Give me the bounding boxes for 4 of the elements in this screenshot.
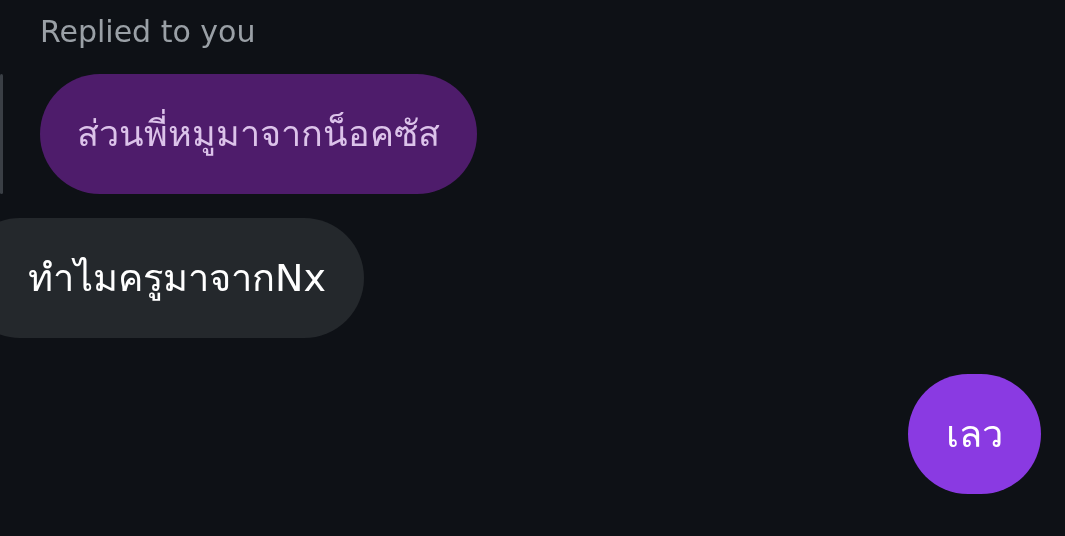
sent-message-bubble: เลว xyxy=(908,374,1041,494)
quoted-message-bubble: ส่วนพี่หมูมาจากน็อคซัส xyxy=(40,74,477,194)
received-message-bubble: ทำไมครูมาจากNx xyxy=(0,218,364,338)
reply-header: Replied to you xyxy=(40,14,256,49)
